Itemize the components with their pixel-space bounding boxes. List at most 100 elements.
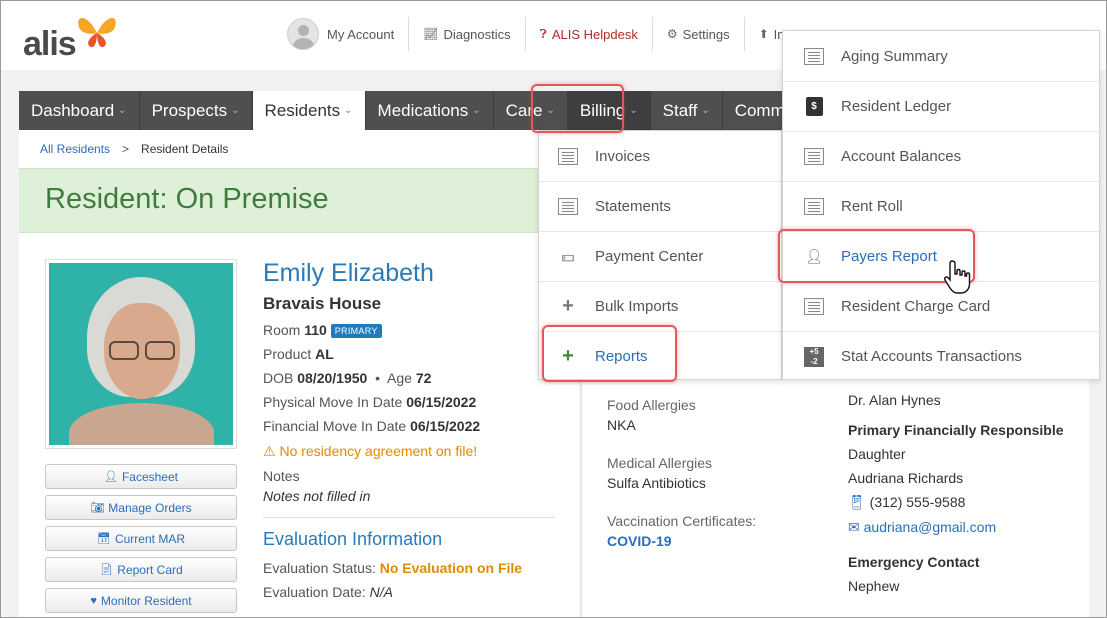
resident-photo [45,259,237,449]
mobile-phone-icon: 📱︎ [848,494,866,510]
rent-roll-icon [804,198,824,215]
evaluation-title: Evaluation Information [263,529,443,550]
menu-account-balances[interactable]: Account Balances [783,131,1099,181]
nav-prospects[interactable]: Prospects ⌄ [140,91,253,130]
statement-icon [558,198,578,215]
menu-payers-report[interactable]: 👤︎ Payers Report [783,231,1099,281]
upload-icon: ⬆︎ [758,27,769,41]
covid-certificate-link[interactable]: COVID-19 [607,533,756,549]
top-links: My Account 📈︎ Diagnostics ❓︎ ALIS Helpde… [287,17,809,51]
menu-resident-ledger[interactable]: $ Resident Ledger [783,81,1099,131]
room-line: Room 110 PRIMARY [263,322,563,339]
notes-value: Notes not filled in [263,488,371,505]
stat-transactions-icon: +5 -2 [804,346,824,367]
menu-payment-center[interactable]: 💵︎ Payment Center [539,231,781,281]
notes-label: Notes [263,468,300,485]
dob-line: DOB 08/20/1950 • Age 72 [263,370,432,387]
user-avatar-icon [287,18,319,50]
charge-card-icon [804,298,824,315]
financial-move-line: Financial Move In Date 06/15/2022 [263,418,481,435]
monitor-resident-button[interactable]: ♥︎ Monitor Resident [45,588,237,613]
chevron-down-icon: ⌄ [629,105,638,116]
account-balances-icon [804,148,824,165]
butterfly-icon [78,17,116,48]
chevron-down-icon: ⌄ [701,105,710,116]
breadcrumb-current: Resident Details [141,142,229,156]
alis-logo[interactable]: alis [23,15,123,65]
calendar-icon: 📅︎ [97,533,111,545]
resident-house: Bravais House [263,294,382,313]
logo-text: alis [23,25,77,63]
invoice-icon [558,147,578,165]
page-title: Resident: On Premise [45,183,329,215]
ledger-icon: $ [805,97,823,116]
resident-info: Emily Elizabeth Bravais House Room 110 P… [263,259,563,600]
primary-badge: PRIMARY [330,324,382,339]
line-chart-icon: 📈︎ [423,27,439,41]
report-card-button[interactable]: 📄︎ Report Card [45,557,237,582]
settings-link[interactable]: ⚙︎ Settings [651,17,744,51]
resident-panel: 👤︎ Facesheet 📷︎ Manage Orders 📅︎ Current MA… [19,233,579,617]
reports-submenu: Aging Summary $ Resident Ledger Account B… [782,30,1100,380]
billing-menu: Invoices Statements 💵︎ Payment Center + Bu… [538,130,782,380]
resident-name: Emily Elizabeth [263,259,434,287]
app-window: alis My Account 📈︎ Diagnostics ❓︎ ALIS H… [0,0,1107,618]
chevron-down-icon: ⌄ [231,105,240,116]
menu-stat-accounts-transactions[interactable]: +5 -2 Stat Accounts Transactions [783,331,1099,381]
menu-statements[interactable]: Statements [539,181,781,231]
user-icon: 👤︎ [103,471,118,483]
nav-care[interactable]: Care ⌄ [494,91,568,130]
nav-staff[interactable]: Staff ⌄ [651,91,723,130]
chevron-down-icon: ⌄ [546,105,555,116]
hand-cursor-icon [944,260,971,294]
menu-rent-roll[interactable]: Rent Roll [783,181,1099,231]
resident-actions: 👤︎ Facesheet 📷︎ Manage Orders 📅︎ Current MA… [45,464,237,617]
medical-column: Food Allergies NKA Medical Allergies Sul… [607,397,757,549]
chevron-down-icon: ⌄ [472,105,481,116]
warning-icon: ⚠︎ [263,443,276,460]
main-nav: Dashboard ⌄ Prospects ⌄ Residents ⌄ Medicat… [19,91,839,130]
breadcrumb-separator: > [122,142,130,156]
facesheet-button[interactable]: 👤︎ Facesheet [45,464,237,489]
evaluation-date-line: Evaluation Date: N/A [263,584,393,601]
product-line: Product AL [263,346,334,363]
diagnostics-link[interactable]: 📈︎ Diagnostics [408,17,524,51]
gear-icon: ⚙︎ [666,27,678,41]
evaluation-status-line: Evaluation Status: No Evaluation on File [263,560,523,577]
nav-residents[interactable]: Residents ⌄ [252,91,366,130]
heartbeat-icon: ♥︎ [90,594,97,607]
nav-medications[interactable]: Medications ⌄ [366,91,494,130]
chevron-down-icon: ⌄ [118,105,127,116]
helpdesk-link[interactable]: ❓︎ ALIS Helpdesk [524,17,652,51]
details-panel: Food Allergies NKA Medical Allergies Sul… [581,379,1089,617]
my-account-link[interactable]: My Account [287,17,408,51]
nav-dashboard[interactable]: Dashboard ⌄ [19,91,140,130]
envelope-icon: ✉︎ [848,519,860,535]
physical-move-line: Physical Move In Date 06/15/2022 [263,394,477,411]
aging-summary-icon [804,47,824,65]
question-circle-icon: ❓︎ [539,26,547,41]
divider [263,517,555,519]
plus-icon: + [562,295,574,317]
page-title-band: Resident: On Premise [19,168,579,233]
menu-invoices[interactable]: Invoices [539,131,781,181]
menu-reports[interactable]: + Reports [539,331,781,381]
camera-icon: 📷︎ [90,502,105,514]
menu-resident-charge-card[interactable]: Resident Charge Card [783,281,1099,331]
phone-line: 📱︎ (312) 555-9588 [848,494,966,510]
nav-billing[interactable]: Billing ⌄ [567,91,651,130]
file-icon: 📄︎ [99,564,114,576]
manage-orders-button[interactable]: 📷︎ Manage Orders [45,495,237,520]
menu-aging-summary[interactable]: Aging Summary [783,31,1099,81]
residency-warning[interactable]: ⚠︎ No residency agreement on file! [263,443,563,460]
email-link[interactable]: ✉︎ audriana@gmail.com [848,519,1064,536]
breadcrumb-all-residents[interactable]: All Residents [40,142,110,156]
payer-person-icon: 👤︎ [805,248,823,264]
breadcrumb: All Residents > Resident Details [19,130,579,168]
plus-icon: + [562,345,574,367]
menu-bulk-imports[interactable]: + Bulk Imports [539,281,781,331]
current-mar-button[interactable]: 📅︎ Current MAR [45,526,237,551]
contacts-column: Dr. Alan Hynes Primary Financially Respo… [848,392,1064,594]
chevron-down-icon: ⌄ [344,105,353,116]
payment-icon: 💵︎ [561,248,575,264]
